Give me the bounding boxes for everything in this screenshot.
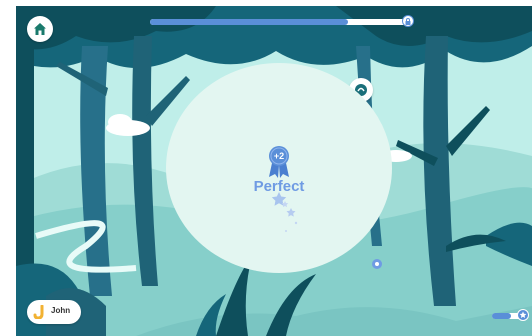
home-icon <box>34 23 46 35</box>
lock-icon <box>405 17 411 25</box>
user-profile-button[interactable]: John <box>27 300 81 324</box>
sparkle-stars <box>271 192 298 232</box>
user-name: John <box>51 306 71 315</box>
star-icon <box>519 311 527 318</box>
home-button[interactable] <box>27 16 53 42</box>
level-progress-bar <box>150 19 410 25</box>
progress-end-marker <box>402 15 414 27</box>
result-panel: +2 Perfect <box>166 63 392 273</box>
level-progress-fill <box>150 19 348 25</box>
stars-end-marker <box>517 309 529 321</box>
game-stage: +2 Perfect John <box>16 6 532 336</box>
letter-j-avatar <box>33 305 44 319</box>
stars-progress-fill <box>492 313 511 319</box>
